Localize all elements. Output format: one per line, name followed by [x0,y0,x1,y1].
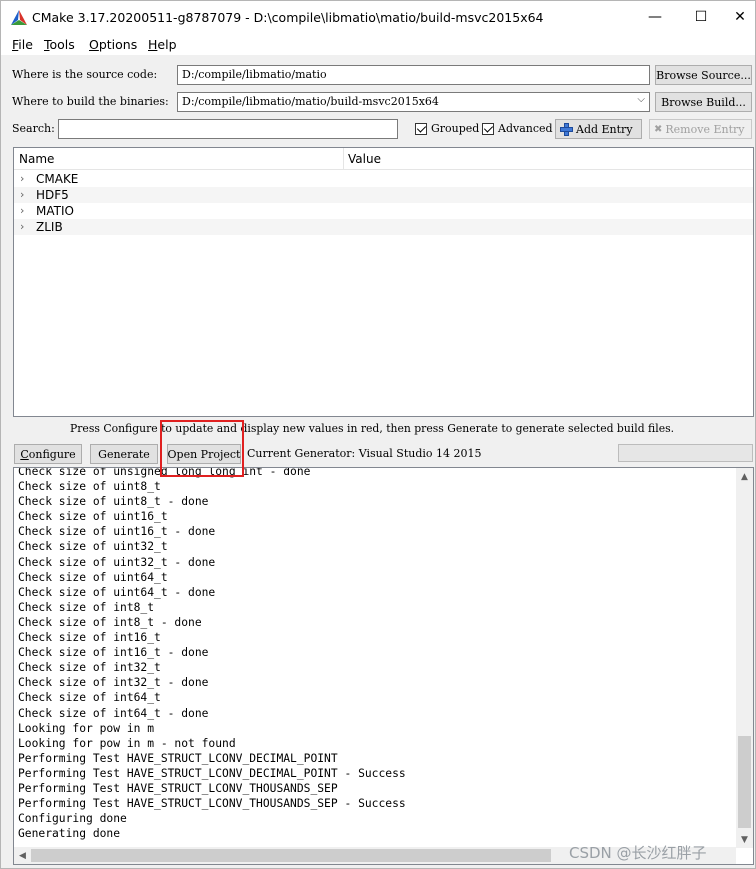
log-line: Check size of unsigned long long int - d… [18,467,311,478]
chevron-right-icon[interactable]: › [20,188,24,201]
generate-button[interactable]: Generate [90,444,158,464]
current-generator-label: Current Generator: Visual Studio 14 2015 [247,447,482,460]
log-line: Looking for pow in m [18,721,155,735]
source-path-field[interactable]: D:/compile/libmatio/matio [177,65,650,85]
cmake-logo-icon [11,10,27,25]
tree-group-row[interactable]: › CMAKE [14,171,753,187]
menu-help-label: elp [157,37,177,52]
title-bar[interactable]: CMake 3.17.20200511-g8787079 - D:\compil… [1,1,755,33]
menu-help-mnemonic: H [148,37,158,52]
log-line: Check size of uint8_t - done [18,495,209,509]
watermark: CSDN @长沙红胖子 [569,844,707,862]
output-log[interactable]: Check size of unsigned long long int - d… [13,467,754,865]
build-path-value: D:/compile/libmatio/matio/build-msvc2015… [182,95,439,108]
configure-hint-text: Press Configure to update and display ne… [70,422,675,435]
log-line: Check size of uint64_t - done [18,585,216,599]
column-value-header[interactable]: Value [348,152,381,166]
log-text: Check size of unsigned long long int - d… [18,467,734,841]
remove-icon: ✖ [654,123,663,135]
log-line: Performing Test HAVE_STRUCT_LCONV_DECIMA… [18,751,338,765]
log-line: Generating done [18,827,121,841]
build-path-combo[interactable]: D:/compile/libmatio/matio/build-msvc2015… [177,92,650,112]
menu-options[interactable]: Options [89,37,137,52]
tree-group-row[interactable]: › MATIO [14,203,753,219]
open-project-button[interactable]: Open Project [167,444,241,464]
log-line: Check size of uint16_t [18,510,168,524]
chevron-down-icon[interactable]: ⌵ [637,94,645,105]
search-input[interactable] [58,119,398,139]
advanced-checkbox[interactable]: Advanced [482,122,553,135]
menu-tools-label: ools [49,37,75,52]
maximize-button[interactable]: ☐ [678,1,724,33]
add-entry-label: Add Entry [576,122,633,136]
menu-bar: File Tools Options Help [1,33,755,55]
menu-options-mnemonic: O [89,37,99,52]
log-line: Check size of int8_t - done [18,615,202,629]
tree-group-label: ZLIB [36,220,63,234]
log-line: Check size of int8_t [18,600,155,614]
window-title: CMake 3.17.20200511-g8787079 - D:\compil… [32,10,544,25]
scroll-up-icon[interactable]: ▲ [736,468,753,485]
checkbox-checked-icon[interactable] [482,122,494,135]
menu-file[interactable]: File [12,37,33,52]
grouped-label: Grouped [431,122,480,135]
tree-group-label: HDF5 [36,188,69,202]
chevron-right-icon[interactable]: › [20,172,24,185]
chevron-right-icon[interactable]: › [20,204,24,217]
plus-icon [560,122,573,136]
log-line: Configuring done [18,812,127,826]
tree-header: Name Value [14,148,753,170]
build-label: Where to build the binaries: [12,95,169,108]
menu-options-label: ptions [98,37,138,52]
log-line: Check size of uint32_t - done [18,555,216,569]
log-line: Check size of int64_t - done [18,706,209,720]
log-line: Check size of uint16_t - done [18,525,216,539]
tree-group-label: MATIO [36,204,74,218]
log-line: Performing Test HAVE_STRUCT_LCONV_DECIMA… [18,766,406,780]
log-line: Performing Test HAVE_STRUCT_LCONV_THOUSA… [18,797,406,811]
source-label: Where is the source code: [12,68,158,81]
tree-group-row[interactable]: › ZLIB [14,219,753,235]
log-line: Looking for pow in m - not found [18,736,236,750]
browse-source-button[interactable]: Browse Source... [655,65,752,85]
log-line: Check size of int32_t [18,661,161,675]
progress-bar [618,444,753,462]
tree-group-row[interactable]: › HDF5 [14,187,753,203]
scroll-down-icon[interactable]: ▼ [736,831,753,848]
remove-entry-label: Remove Entry [665,122,745,136]
column-divider[interactable] [343,148,344,170]
advanced-label: Advanced [498,122,553,135]
column-name-header[interactable]: Name [19,152,54,166]
minimize-button[interactable]: — [632,1,678,33]
cache-variables-tree[interactable]: Name Value › CMAKE › HDF5 › MATIO › ZLIB [13,147,754,417]
log-line: Check size of int16_t - done [18,646,209,660]
checkbox-checked-icon[interactable] [415,122,427,135]
configure-button[interactable]: Configure [14,444,82,464]
log-line: Check size of uint32_t [18,540,168,554]
browse-build-button[interactable]: Browse Build... [655,92,752,112]
log-line: Check size of uint8_t [18,480,161,494]
log-line: Performing Test HAVE_STRUCT_LCONV_THOUSA… [18,781,338,795]
configure-mnemonic: C [20,447,29,461]
log-line: Check size of uint64_t [18,570,168,584]
chevron-right-icon[interactable]: › [20,220,24,233]
remove-entry-button[interactable]: ✖ Remove Entry [649,119,752,139]
vertical-scroll-thumb[interactable] [738,736,751,828]
log-line: Check size of int32_t - done [18,676,209,690]
configure-label: onfigure [28,447,76,461]
log-line: Check size of int16_t [18,631,161,645]
grouped-checkbox[interactable]: Grouped [415,122,479,135]
scroll-left-icon[interactable]: ◀ [14,847,31,864]
tree-group-label: CMAKE [36,172,79,186]
vertical-scrollbar[interactable]: ▲ ▼ [736,468,753,848]
cmake-window: CMake 3.17.20200511-g8787079 - D:\compil… [0,0,756,869]
search-label: Search: [12,122,55,135]
add-entry-button[interactable]: Add Entry [555,119,642,139]
horizontal-scroll-thumb[interactable] [31,849,551,862]
close-button[interactable]: ✕ [724,1,756,33]
menu-file-label: ile [18,37,33,52]
menu-help[interactable]: Help [148,37,177,52]
menu-tools[interactable]: Tools [44,37,75,52]
log-line: Check size of int64_t [18,691,161,705]
